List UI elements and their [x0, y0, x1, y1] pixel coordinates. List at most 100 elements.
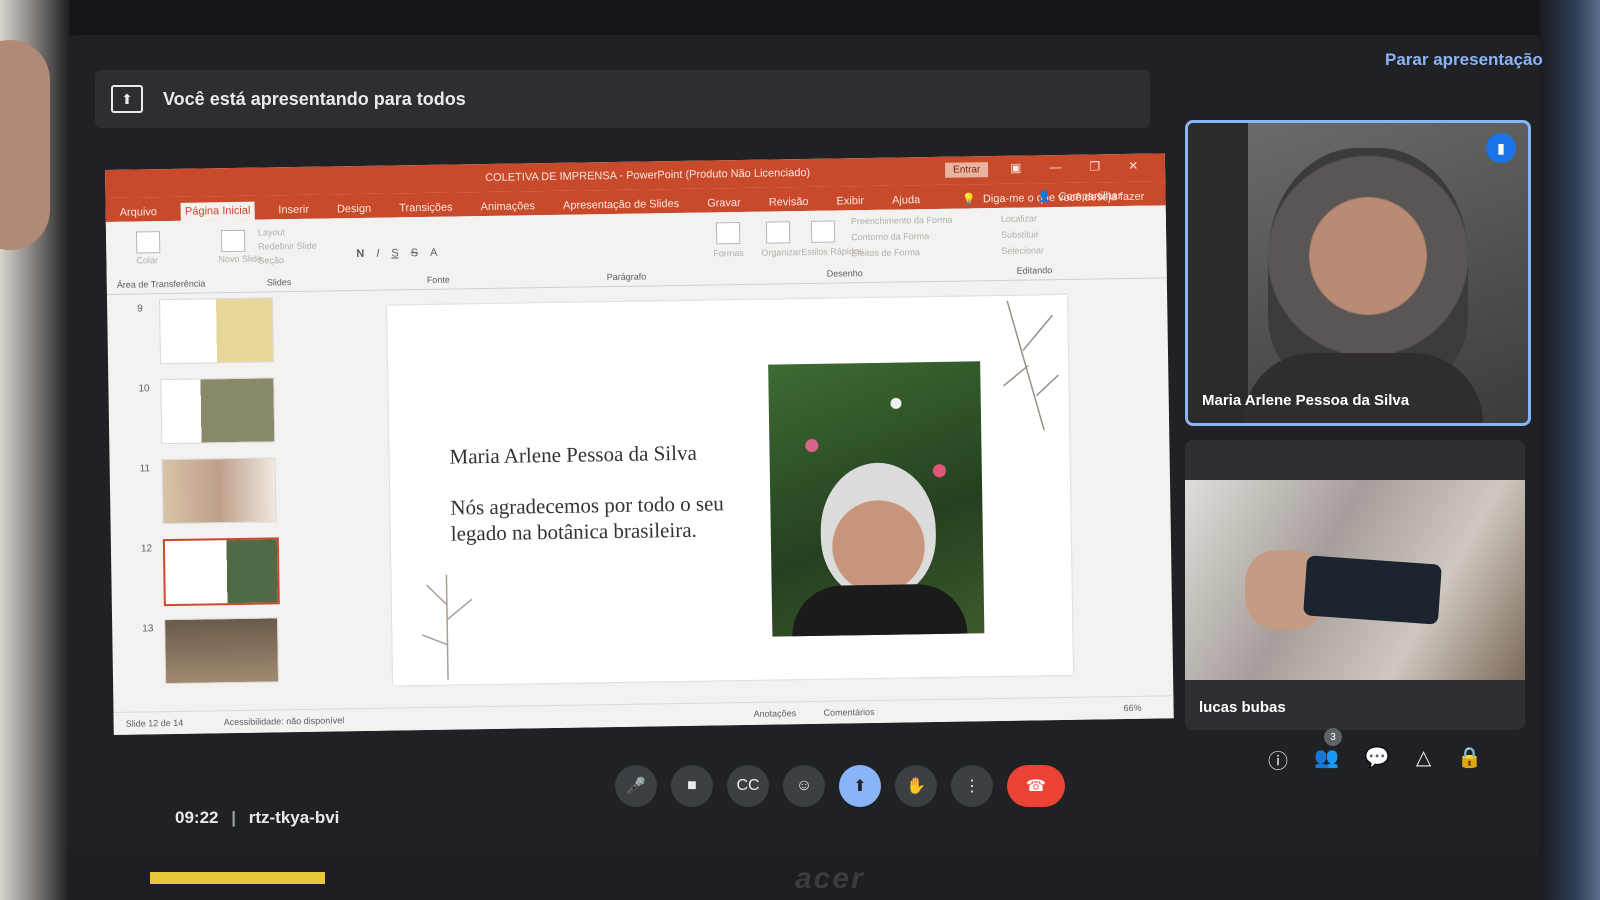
- tab-design[interactable]: Design: [333, 200, 376, 219]
- branch-illustration-small: [422, 574, 473, 680]
- call-controls: 🎤 ■ CC ☺ ⬆ ✋ ⋮ ☎: [615, 765, 1065, 807]
- slide-thumbnail-pane: 9 10 11 12 13: [117, 297, 293, 685]
- group-drawing: Desenho: [826, 268, 863, 279]
- zoom-level[interactable]: 66%: [1123, 703, 1141, 713]
- paste-icon[interactable]: [135, 231, 161, 254]
- participant-tile-speaker[interactable]: ▮ Maria Arlene Pessoa da Silva: [1185, 120, 1531, 426]
- thumbnail-number: 13: [142, 623, 154, 635]
- new-slide-icon[interactable]: [220, 229, 246, 253]
- close-icon[interactable]: ✕: [1128, 159, 1138, 173]
- camera-icon[interactable]: ■: [671, 765, 713, 807]
- shapes-icon[interactable]: [715, 222, 741, 245]
- tab-gravar[interactable]: Gravar: [703, 194, 745, 213]
- present-screen-icon: ⬆: [111, 85, 143, 113]
- powerpoint-window: COLETIVA DE IMPRENSA - PowerPoint (Produ…: [105, 153, 1174, 735]
- slide-thumbnail[interactable]: [160, 377, 276, 445]
- italic-icon[interactable]: I: [376, 248, 379, 260]
- select-button[interactable]: Selecionar: [1001, 245, 1044, 256]
- slide-message-text: Nós agradecemos por todo o seu legado na…: [450, 491, 725, 546]
- slide-thumbnail[interactable]: [161, 457, 277, 525]
- notes-button[interactable]: Anotações: [754, 708, 797, 719]
- ribbon: Colar Novo Slide Layout Redefinir Slide …: [105, 205, 1167, 295]
- slide-thumbnail[interactable]: [164, 617, 280, 685]
- meeting-time: 09:22: [175, 808, 219, 827]
- chat-icon[interactable]: 💬: [1365, 745, 1390, 774]
- reset-slide-button[interactable]: Redefinir Slide: [258, 241, 317, 252]
- participant-video: [1268, 148, 1468, 388]
- presenting-banner: ⬆ Você está apresentando para todos: [95, 70, 1150, 128]
- restore-icon[interactable]: ❐: [1089, 159, 1100, 173]
- tab-ajuda[interactable]: Ajuda: [888, 191, 924, 210]
- microphone-icon[interactable]: 🎤: [615, 765, 657, 807]
- participant-tile[interactable]: lucas bubas: [1185, 440, 1525, 730]
- minimize-icon[interactable]: —: [1049, 160, 1061, 174]
- meeting-code: rtz-tkya-bvi: [248, 808, 340, 827]
- participant-count-badge: 3: [1324, 728, 1342, 746]
- group-font: Fonte: [426, 274, 450, 285]
- more-options-icon[interactable]: ⋮: [951, 765, 993, 807]
- tab-apresentacao[interactable]: Apresentação de Slides: [559, 195, 683, 215]
- strikethrough-icon[interactable]: S: [411, 247, 419, 259]
- ribbon-display-icon[interactable]: ▣: [1010, 161, 1022, 175]
- presenting-banner-text: Você está apresentando para todos: [163, 88, 466, 109]
- thumbnail-number: 10: [138, 383, 150, 395]
- tab-exibir[interactable]: Exibir: [832, 192, 868, 211]
- tab-transicoes[interactable]: Transições: [395, 198, 457, 217]
- laptop-logo: acer: [795, 862, 865, 895]
- slide-thumbnail[interactable]: [159, 297, 275, 365]
- stop-presenting-button[interactable]: Parar apresentação: [1385, 50, 1543, 70]
- activities-icon[interactable]: △: [1416, 745, 1431, 774]
- share-label: Compartilhar: [1058, 190, 1122, 204]
- captions-icon[interactable]: CC: [727, 765, 769, 807]
- shape-effects-button[interactable]: Efeitos de Forma: [851, 247, 920, 258]
- slide-portrait-photo: [768, 361, 985, 637]
- new-slide-label: Novo Slide: [218, 253, 263, 265]
- tab-inserir[interactable]: Inserir: [274, 201, 313, 220]
- tab-revisao[interactable]: Revisão: [765, 193, 813, 212]
- portrait-body: [791, 583, 968, 637]
- bold-icon[interactable]: N: [356, 248, 364, 260]
- comments-button[interactable]: Comentários: [824, 707, 875, 718]
- side-controls: ⓘ 👥 💬 △ 🔒: [1268, 745, 1482, 774]
- shape-fill-button[interactable]: Preenchimento da Forma: [851, 215, 953, 227]
- find-button[interactable]: Localizar: [1001, 213, 1037, 224]
- tab-animacoes[interactable]: Animações: [476, 197, 539, 216]
- replace-button[interactable]: Substituir: [1001, 229, 1039, 240]
- speaking-indicator-icon: ▮: [1486, 133, 1516, 163]
- accessibility-status[interactable]: Acessibilidade: não disponível: [224, 715, 345, 727]
- font-color-icon[interactable]: A: [430, 247, 438, 259]
- shapes-label: Formas: [713, 247, 744, 259]
- group-editing: Editando: [1016, 265, 1053, 276]
- room-background-right: [1540, 0, 1600, 900]
- host-controls-icon[interactable]: 🔒: [1457, 745, 1482, 774]
- shape-outline-button[interactable]: Contorno da Forma: [851, 231, 929, 242]
- arrange-icon[interactable]: [765, 221, 791, 244]
- thumbnail-number: 12: [140, 543, 153, 555]
- paste-label: Colar: [136, 255, 159, 266]
- slide-counter: Slide 12 de 14: [125, 717, 184, 729]
- quick-styles-icon[interactable]: [810, 220, 836, 243]
- end-call-icon[interactable]: ☎: [1007, 765, 1065, 807]
- group-paragraph: Parágrafo: [606, 271, 647, 283]
- section-button[interactable]: Seção: [258, 255, 284, 265]
- slide-thumbnail-selected[interactable]: [162, 537, 280, 607]
- thumbnail-number: 9: [137, 303, 143, 315]
- tab-arquivo[interactable]: Arquivo: [116, 203, 162, 222]
- info-icon[interactable]: ⓘ: [1268, 745, 1288, 774]
- people-icon[interactable]: 👥: [1314, 745, 1339, 774]
- finger: [0, 40, 50, 250]
- thumbnail-number: 11: [139, 463, 151, 475]
- slide-canvas[interactable]: Maria Arlene Pessoa da Silva Nós agradec…: [387, 294, 1074, 686]
- signin-button[interactable]: Entrar: [944, 162, 989, 178]
- participant-body: [1243, 353, 1483, 423]
- emoji-icon[interactable]: ☺: [783, 765, 825, 807]
- present-screen-icon[interactable]: ⬆: [839, 765, 881, 807]
- underline-icon[interactable]: S: [391, 247, 399, 259]
- layout-button[interactable]: Layout: [258, 227, 285, 237]
- tab-pagina-inicial[interactable]: Página Inicial: [180, 201, 255, 221]
- share-button[interactable]: 👤 Compartilhar: [1034, 186, 1130, 207]
- arrange-label: Organizar: [761, 247, 801, 258]
- raise-hand-icon[interactable]: ✋: [895, 765, 937, 807]
- meeting-time-code: 09:22 | rtz-tkya-bvi: [175, 808, 340, 827]
- group-slides: Slides: [266, 277, 292, 288]
